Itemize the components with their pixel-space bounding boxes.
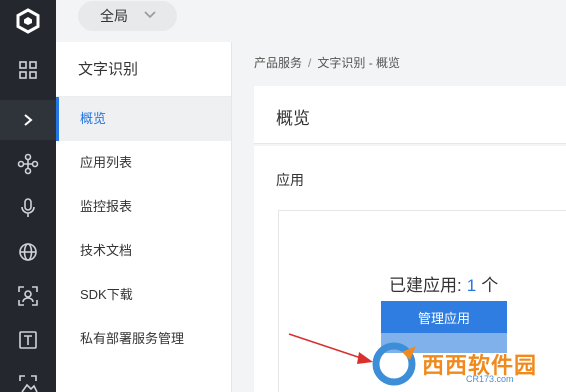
app-count-prefix: 已建应用: <box>389 276 462 295</box>
globe-icon[interactable] <box>0 232 56 272</box>
breadcrumb: 产品服务 / 文字识别 - 概览 <box>254 54 400 71</box>
network-icon[interactable] <box>0 144 56 184</box>
page-header: 概览 <box>254 86 566 144</box>
sidebar-item-app-list[interactable]: 应用列表 <box>56 141 231 185</box>
manage-apps-button[interactable]: 管理应用 <box>381 301 507 333</box>
watermark-logo-icon <box>372 342 416 386</box>
sidebar-item-overview[interactable]: 概览 <box>56 97 231 141</box>
sidebar-item-sdk-download[interactable]: SDK下载 <box>56 273 231 317</box>
grid-icon[interactable] <box>0 50 56 90</box>
logo-icon[interactable] <box>0 0 56 42</box>
annotation-arrow <box>288 333 373 364</box>
app-count: 已建应用: 1 个 <box>389 271 498 296</box>
image-icon[interactable] <box>0 364 56 392</box>
text-icon[interactable] <box>0 320 56 360</box>
expand-icon[interactable] <box>0 100 56 140</box>
breadcrumb-root[interactable]: 产品服务 <box>254 56 302 70</box>
app-count-unit: 个 <box>481 276 499 295</box>
top-bar: 全局 <box>56 0 566 42</box>
sidebar-item-monitoring[interactable]: 监控报表 <box>56 185 231 229</box>
breadcrumb-current: 文字识别 - 概览 <box>317 56 401 70</box>
watermark-url: CR173.com <box>466 374 514 384</box>
sidebar-item-docs[interactable]: 技术文档 <box>56 229 231 273</box>
face-scan-icon[interactable] <box>0 276 56 316</box>
section-title: 应用 <box>276 172 304 188</box>
sidebar-title: 文字识别 <box>56 42 231 97</box>
icon-rail <box>0 0 56 392</box>
watermark: 西西软件园 CR173.com <box>370 340 566 392</box>
microphone-icon[interactable] <box>0 188 56 228</box>
breadcrumb-separator: / <box>308 56 312 70</box>
scope-selector[interactable]: 全局 <box>78 1 177 31</box>
scope-label: 全局 <box>100 8 128 24</box>
chevron-down-icon <box>144 11 156 19</box>
product-sidebar: 文字识别 概览 应用列表 监控报表 技术文档 SDK下载 私有部署服务管理 <box>56 42 232 392</box>
sidebar-item-private-deploy[interactable]: 私有部署服务管理 <box>56 317 231 361</box>
app-count-number: 1 <box>466 276 477 295</box>
page-title: 概览 <box>276 109 310 128</box>
